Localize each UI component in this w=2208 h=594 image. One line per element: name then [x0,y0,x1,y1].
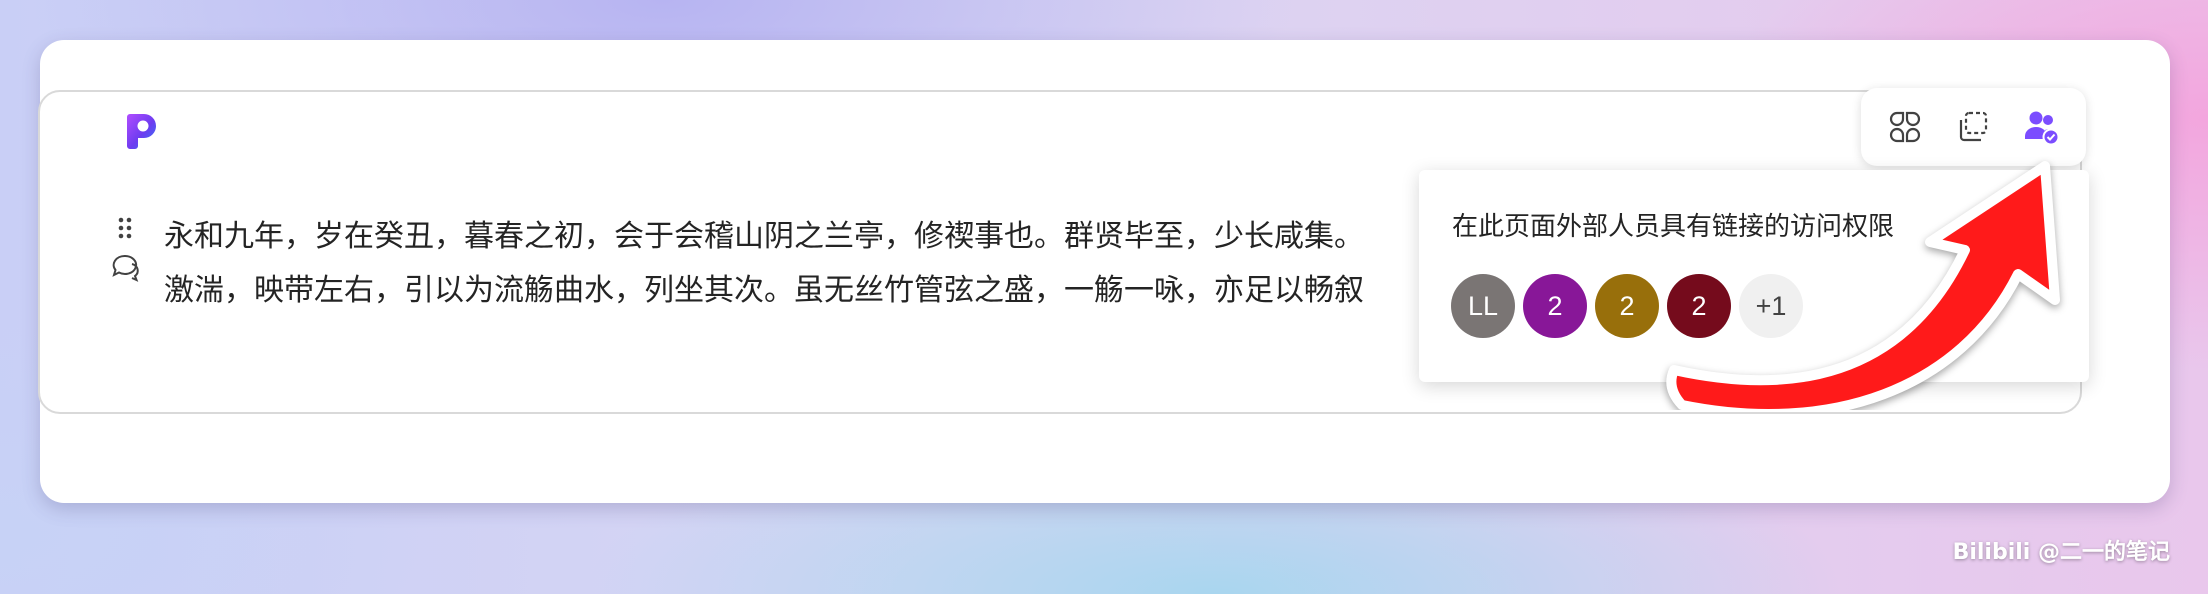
more-people-avatar[interactable]: +1 [1739,274,1803,338]
avatar-list: LL 2 2 2 +1 [1451,274,1803,338]
paragraph-text[interactable]: 永和九年，岁在癸丑，暮春之初，会于会稽山阴之兰亭，修禊事也。群贤毕至，少长咸集。… [164,210,1494,318]
avatar[interactable]: 2 [1523,274,1587,338]
drag-handle-icon[interactable] [113,216,137,242]
loop-logo-icon [112,108,172,152]
avatar[interactable]: 2 [1667,274,1731,338]
paragraph-line-2: 激湍，映带左右，引以为流觞曲水，列坐其次。虽无丝竹管弦之盛，一觞一咏，亦足以畅叙 [164,273,1364,308]
comment-icon[interactable] [110,252,140,282]
shared-with-people-button[interactable] [2015,100,2069,154]
loop-components-icon [1890,111,1921,143]
avatar-initials: 2 [1547,290,1563,321]
component-toolbar [1861,88,2086,166]
paragraph-line-1: 永和九年，岁在癸丑，暮春之初，会于会稽山阴之兰亭，修禊事也。群贤毕至，少长咸集。 [164,219,1364,254]
copy-component-icon [1960,111,1988,142]
avatar[interactable]: LL [1451,274,1515,338]
share-access-popup: 在此页面外部人员具有链接的访问权限 LL 2 2 2 +1 [1419,170,2089,382]
block-side-tools [108,216,148,282]
more-people-count: +1 [1755,290,1787,321]
avatar[interactable]: 2 [1595,274,1659,338]
watermark: Bilibili @二一的笔记 [1952,540,2170,565]
avatar-initials: 2 [1691,290,1707,321]
avatar-initials: LL [1467,290,1499,321]
share-popup-title: 在此页面外部人员具有链接的访问权限 [1452,212,1895,242]
copy-component-button[interactable] [1946,100,2000,154]
loop-components-button[interactable] [1878,100,1932,154]
avatar-initials: 2 [1619,290,1635,321]
shared-with-people-icon [2024,111,2060,146]
